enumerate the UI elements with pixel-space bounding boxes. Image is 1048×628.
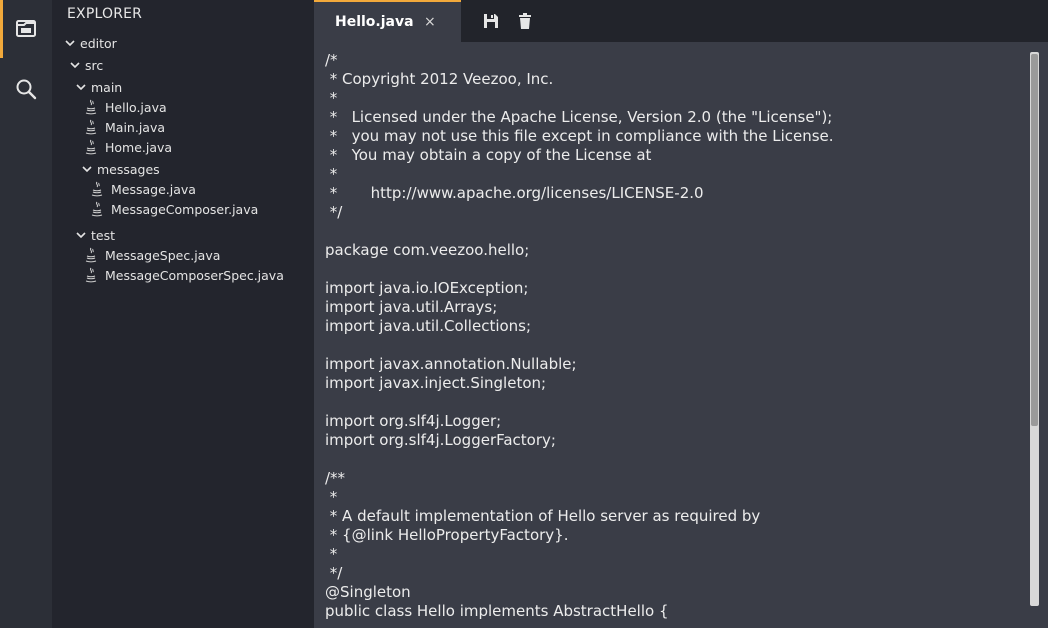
scrollbar-thumb[interactable]	[1031, 54, 1038, 426]
trash-icon[interactable]	[516, 12, 534, 30]
files-icon	[16, 20, 36, 37]
java-file-icon	[85, 267, 97, 283]
code-line: @Singleton	[325, 583, 411, 601]
code-line: import java.io.IOException;	[325, 279, 529, 297]
code-line: * You may obtain a copy of the License a…	[325, 146, 652, 164]
tab-label: Hello.java	[335, 14, 414, 30]
code-line: * A default implementation of Hello serv…	[325, 507, 761, 525]
search-icon	[16, 79, 37, 100]
code-line: * you may not use this file except in co…	[325, 127, 834, 145]
code-line: */	[325, 564, 343, 582]
chevron-down-icon	[70, 62, 80, 69]
java-file-icon	[85, 139, 97, 155]
tree-item-label: MessageComposer.java	[111, 201, 259, 217]
tree-file[interactable]: MessageSpec.java	[84, 245, 220, 265]
tree-file[interactable]: MessageComposer.java	[90, 199, 258, 219]
tree-item-label: MessageSpec.java	[105, 247, 221, 263]
code-line: package com.veezoo.hello;	[325, 241, 530, 259]
code-line: import javax.inject.Singleton;	[325, 374, 547, 392]
tree-item-label: test	[91, 227, 116, 243]
code-line: import javax.annotation.Nullable;	[325, 355, 577, 373]
code-line: *	[325, 545, 338, 563]
code-editor[interactable]: /* * Copyright 2012 Veezoo, Inc. * * Lic…	[314, 42, 1048, 628]
tree-item-label: messages	[97, 161, 160, 177]
code-line: *	[325, 165, 338, 183]
tree-item-label: Hello.java	[105, 99, 167, 115]
java-file-icon	[85, 247, 97, 263]
code-line: /*	[325, 51, 338, 69]
activity-bar	[0, 0, 52, 628]
sidebar-title: EXPLORER	[67, 6, 143, 22]
explorer-sidebar: EXPLORER editor src main Hello.java Main.jav…	[52, 0, 314, 628]
tab-hello-java[interactable]: Hello.java ×	[314, 0, 461, 42]
java-file-icon	[85, 99, 97, 115]
code-line: * {@link HelloPropertyFactory}.	[325, 526, 569, 544]
tree-item-label: Message.java	[111, 181, 196, 197]
tree-folder[interactable]: src	[69, 55, 103, 75]
tree-folder[interactable]: editor	[64, 33, 117, 53]
search-activity-button[interactable]	[0, 60, 52, 118]
java-file-icon	[91, 181, 103, 197]
chevron-down-icon	[76, 84, 86, 91]
java-file-icon	[91, 201, 103, 217]
code-line: public class Hello implements AbstractHe…	[325, 602, 669, 620]
close-icon[interactable]: ×	[424, 14, 436, 30]
tree-folder[interactable]: test	[75, 225, 115, 245]
tree-item-label: MessageComposerSpec.java	[105, 267, 284, 283]
tab-bar: Hello.java ×	[314, 0, 1048, 42]
explorer-activity-button[interactable]	[0, 0, 52, 58]
chevron-down-icon	[82, 166, 92, 173]
code-line: *	[325, 89, 338, 107]
tree-file[interactable]: Home.java	[84, 137, 172, 157]
chevron-down-icon	[76, 232, 86, 239]
tree-item-label: main	[91, 79, 123, 95]
tree-file[interactable]: Message.java	[90, 179, 196, 199]
tree-file[interactable]: MessageComposerSpec.java	[84, 265, 284, 285]
tree-folder[interactable]: main	[75, 77, 122, 97]
code-line: * http://www.apache.org/licenses/LICENSE…	[325, 184, 704, 202]
save-icon[interactable]	[482, 12, 500, 30]
tree-item-label: editor	[80, 35, 117, 51]
tree-item-label: Main.java	[105, 119, 166, 135]
code-line: import org.slf4j.LoggerFactory;	[325, 431, 556, 449]
code-content[interactable]: /* * Copyright 2012 Veezoo, Inc. * * Lic…	[325, 51, 834, 621]
vertical-scrollbar[interactable]	[1030, 52, 1039, 606]
tree-item-label: src	[85, 57, 104, 73]
tree-file[interactable]: Main.java	[84, 117, 165, 137]
code-line: import java.util.Arrays;	[325, 298, 498, 316]
code-line: *	[325, 488, 338, 506]
tree-folder[interactable]: messages	[81, 159, 160, 179]
code-line: import java.util.Collections;	[325, 317, 532, 335]
code-line: import org.slf4j.Logger;	[325, 412, 502, 430]
code-line: * Copyright 2012 Veezoo, Inc.	[325, 70, 554, 88]
chevron-down-icon	[65, 40, 75, 47]
code-line: /**	[325, 469, 346, 487]
tree-file[interactable]: Hello.java	[84, 97, 167, 117]
code-line: */	[325, 203, 343, 221]
java-file-icon	[85, 119, 97, 135]
tree-item-label: Home.java	[105, 139, 173, 155]
code-line: * Licensed under the Apache License, Ver…	[325, 108, 833, 126]
